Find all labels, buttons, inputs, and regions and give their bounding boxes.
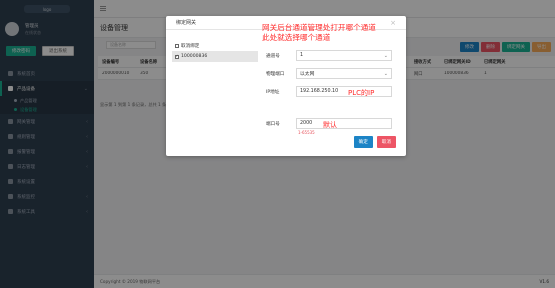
tree-item-unbind[interactable]: 取消绑定	[172, 40, 258, 51]
port-number-label: 端口号	[266, 121, 280, 127]
port-value: 以太网	[300, 72, 315, 77]
channel-value: 1	[300, 53, 304, 58]
ip-value: 192.168.250.10	[300, 89, 339, 94]
gateway-tree: 取消绑定 ✓ 100000836	[172, 40, 258, 62]
port-select[interactable]: 以太网 ⌄	[296, 68, 392, 79]
ip-row: IP地址 192.168.250.10 PLC的IP	[266, 86, 394, 97]
port-annotation: 默认	[323, 121, 337, 129]
dialog-buttons: 确定 取消	[353, 136, 396, 148]
ip-label: IP地址	[266, 89, 280, 95]
tree-item-label: 100000836	[181, 54, 208, 59]
confirm-button[interactable]: 确定	[353, 136, 373, 148]
close-icon[interactable]: ×	[390, 19, 396, 27]
ip-field[interactable]: 192.168.250.10 PLC的IP	[296, 86, 392, 97]
bind-gateway-dialog: 绑定网关 × 网关后台通道管理处打开哪个通道 此处就选择哪个通道 取消绑定 ✓ …	[166, 16, 406, 156]
port-label: 物理端口	[266, 71, 285, 77]
port-number-value: 2000	[300, 121, 313, 126]
checkbox[interactable]	[175, 43, 179, 48]
checkbox-checked[interactable]: ✓	[175, 54, 179, 59]
channel-select[interactable]: 1 ⌄	[296, 50, 392, 61]
chevron-down-icon: ⌄	[383, 70, 388, 77]
annotation-text: 此处就选择哪个通道	[262, 33, 331, 42]
port-number-field[interactable]: 2000 默认	[296, 118, 392, 129]
ip-annotation: PLC的IP	[348, 89, 375, 97]
channel-label: 通道号	[266, 53, 280, 59]
channel-row: 通道号 1 ⌄	[266, 50, 394, 61]
port-row: 物理端口 以太网 ⌄	[266, 68, 394, 79]
tree-item-label: 取消绑定	[181, 43, 200, 49]
chevron-down-icon: ⌄	[383, 52, 388, 59]
port-number-row: 端口号 2000 默认	[266, 118, 394, 129]
tree-item-gateway[interactable]: ✓ 100000836	[172, 51, 258, 62]
port-range-hint: 1-65535	[298, 130, 315, 135]
cancel-button[interactable]: 取消	[376, 136, 396, 148]
